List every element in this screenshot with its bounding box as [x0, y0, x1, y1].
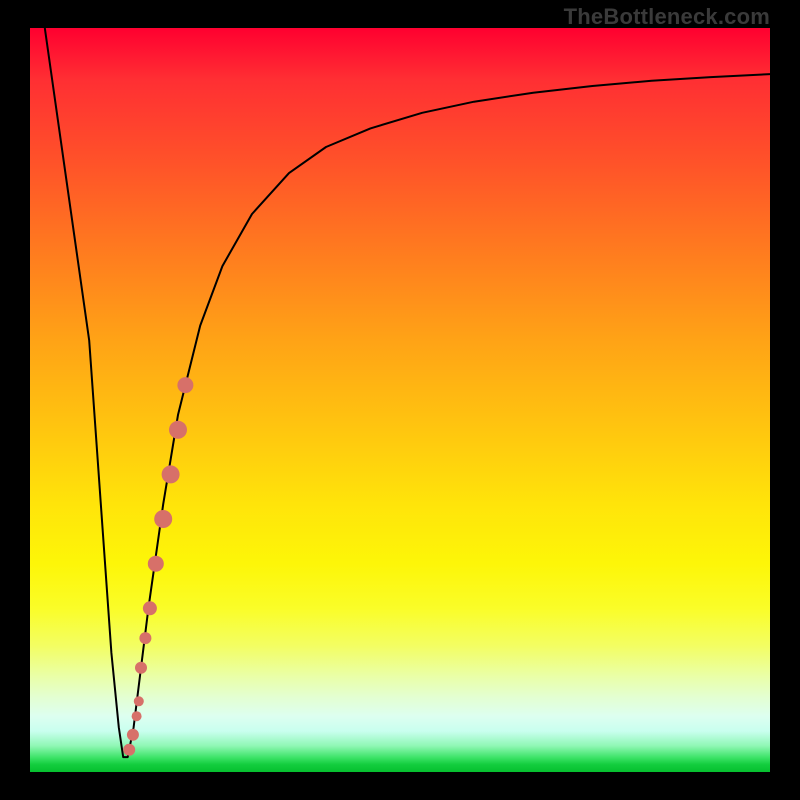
chart-svg — [30, 28, 770, 772]
marker-dot — [127, 729, 139, 741]
marker-dot — [143, 601, 157, 615]
marker-dot — [132, 711, 142, 721]
plot-area — [30, 28, 770, 772]
marker-dot — [123, 744, 135, 756]
marker-dot — [169, 421, 187, 439]
marker-dot — [148, 556, 164, 572]
marker-dot — [154, 510, 172, 528]
watermark-text: TheBottleneck.com — [564, 4, 770, 30]
marker-dot — [177, 377, 193, 393]
marker-dots — [123, 377, 193, 756]
chart-frame: TheBottleneck.com — [0, 0, 800, 800]
marker-dot — [135, 662, 147, 674]
marker-dot — [139, 632, 151, 644]
marker-dot — [162, 465, 180, 483]
curve-line — [45, 28, 770, 757]
bottleneck-curve — [45, 28, 770, 757]
marker-dot — [134, 696, 144, 706]
